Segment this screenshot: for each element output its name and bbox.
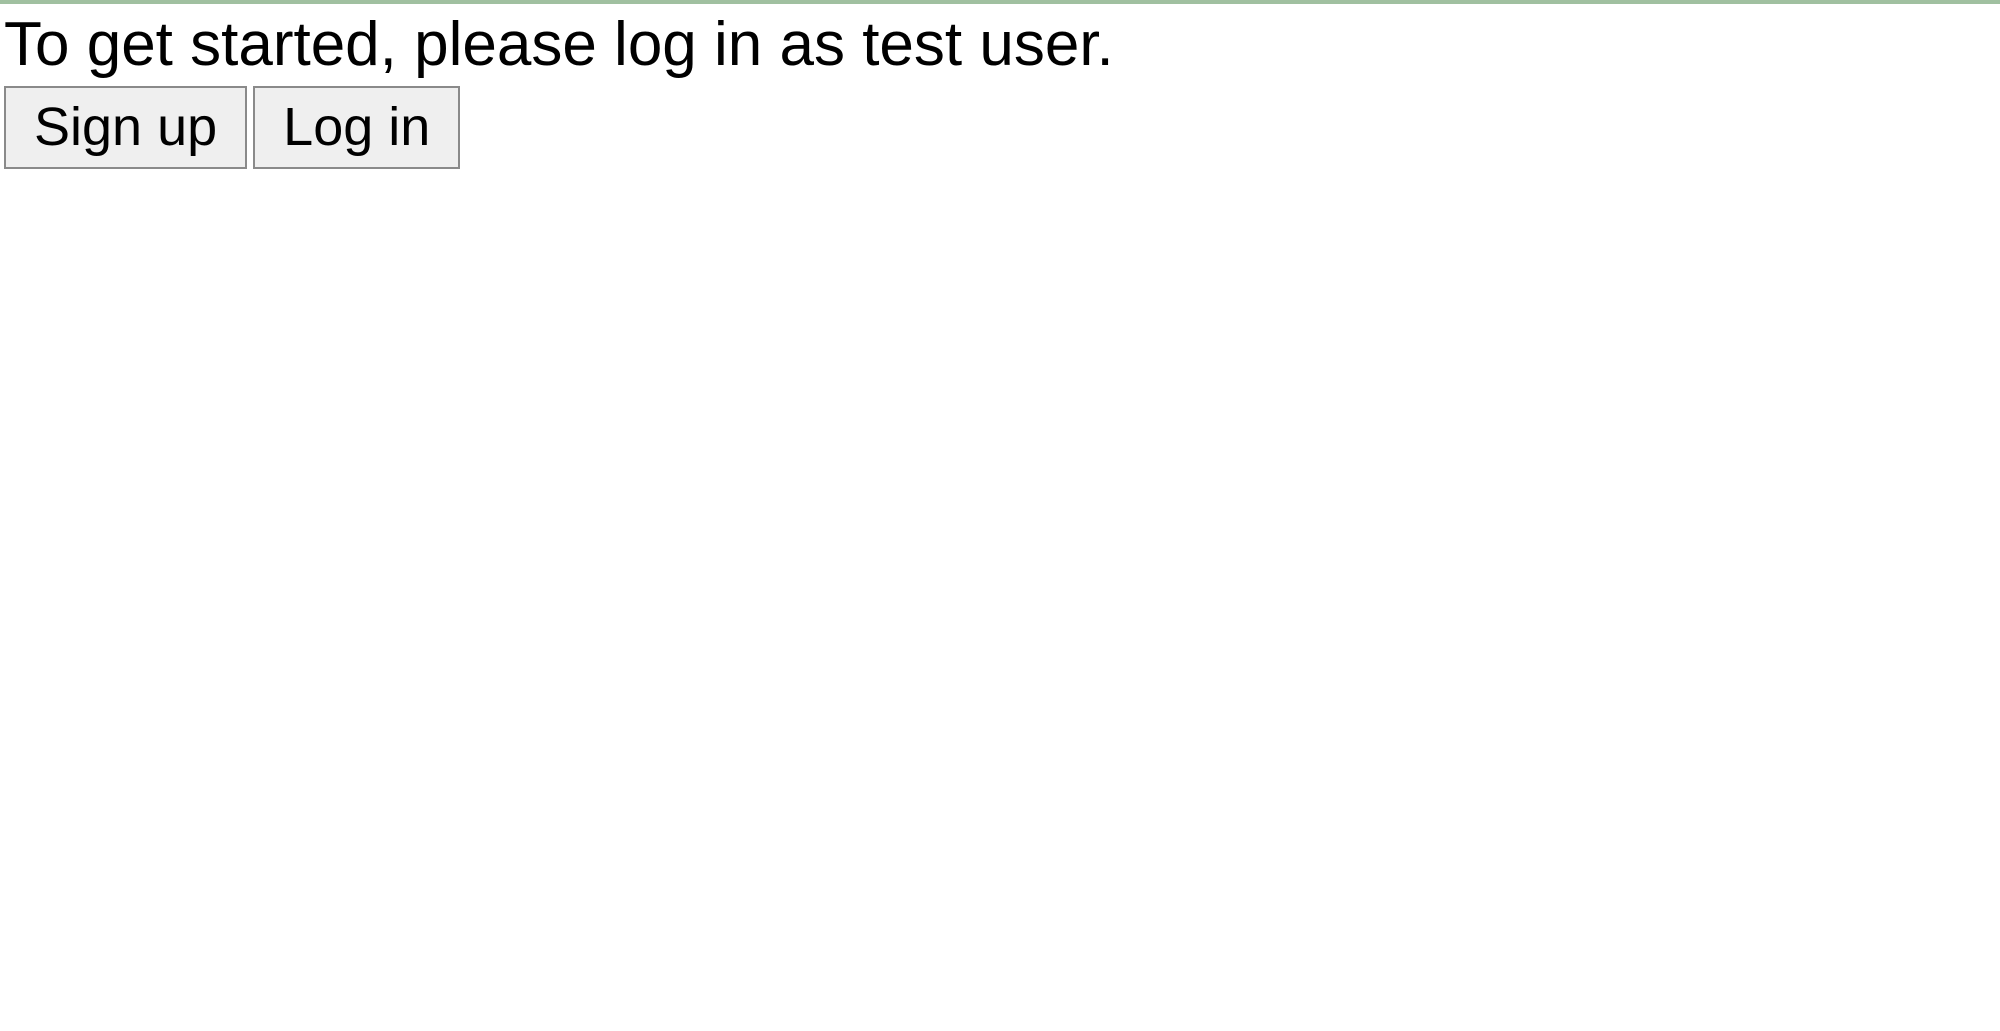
login-button[interactable]: Log in [253,86,460,168]
instruction-text: To get started, please log in as test us… [0,4,2000,82]
signup-button[interactable]: Sign up [4,86,247,168]
auth-button-row: Sign up Log in [0,82,2000,168]
